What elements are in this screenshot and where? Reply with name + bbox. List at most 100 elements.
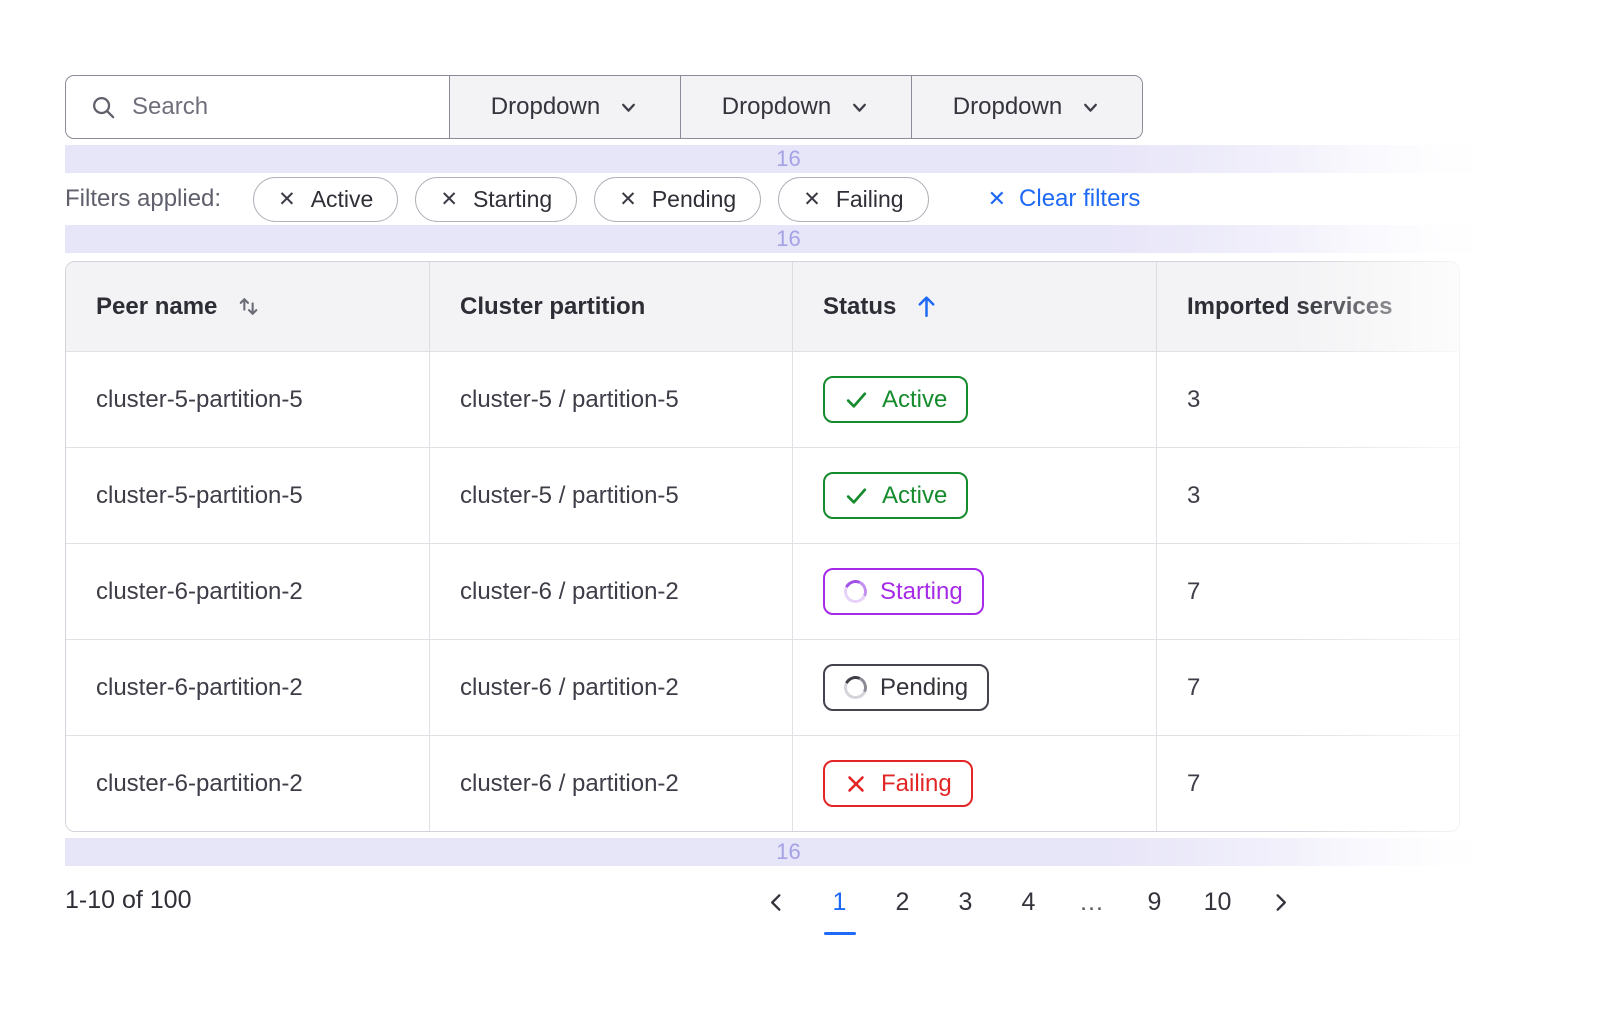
chevron-right-icon xyxy=(1269,891,1292,914)
status-badge-starting: Starting xyxy=(823,568,984,615)
column-header-peer-name[interactable]: Peer name xyxy=(66,262,430,351)
column-header-status[interactable]: Status xyxy=(793,262,1157,351)
status-badge-label: Pending xyxy=(880,674,968,702)
dropdown-button-1[interactable]: Dropdown xyxy=(450,76,680,138)
page-button-10[interactable]: 10 xyxy=(1186,876,1249,928)
peer-name-cell: cluster-5-partition-5 xyxy=(66,352,430,447)
clear-filters-button[interactable]: ✕ Clear filters xyxy=(988,185,1141,213)
remove-filter-icon: ✕ xyxy=(803,187,821,212)
chevron-left-icon xyxy=(765,891,788,914)
filter-chip-label: Starting xyxy=(473,186,552,213)
filter-chip-pending[interactable]: ✕ Pending xyxy=(594,177,761,222)
page-button-9[interactable]: 9 xyxy=(1123,876,1186,928)
dropdown-label: Dropdown xyxy=(491,93,600,121)
table-row[interactable]: cluster-6-partition-2 cluster-6 / partit… xyxy=(66,639,1459,735)
table-header-row: Peer name Cluster partition Status Impor… xyxy=(66,262,1459,351)
status-badge-failing: Failing xyxy=(823,760,973,807)
imported-services-cell: 7 xyxy=(1157,544,1459,639)
peers-table: Peer name Cluster partition Status Impor… xyxy=(65,261,1460,832)
previous-page-button[interactable] xyxy=(745,876,808,928)
column-header-label: Imported services xyxy=(1187,293,1392,321)
spacing-marker-label: 16 xyxy=(776,146,800,172)
spacing-marker-16: 16 xyxy=(65,838,1512,866)
sort-both-icon[interactable] xyxy=(235,293,262,320)
status-badge-label: Active xyxy=(882,482,947,510)
chevron-down-icon xyxy=(618,97,639,118)
imported-services-cell: 7 xyxy=(1157,640,1459,735)
table-row[interactable]: cluster-6-partition-2 cluster-6 / partit… xyxy=(66,735,1459,831)
remove-filter-icon: ✕ xyxy=(440,187,458,212)
check-icon xyxy=(844,483,869,508)
clear-filters-icon: ✕ xyxy=(988,186,1006,212)
column-header-label: Peer name xyxy=(96,293,217,321)
chevron-down-icon xyxy=(1080,97,1101,118)
remove-filter-icon: ✕ xyxy=(619,187,637,212)
dropdown-label: Dropdown xyxy=(953,93,1062,121)
spinner-icon xyxy=(841,673,870,702)
imported-services-cell: 3 xyxy=(1157,352,1459,447)
table-row[interactable]: cluster-5-partition-5 cluster-5 / partit… xyxy=(66,447,1459,543)
dropdown-button-2[interactable]: Dropdown xyxy=(680,76,911,138)
remove-filter-icon: ✕ xyxy=(278,187,296,212)
clear-filters-label: Clear filters xyxy=(1019,185,1140,213)
filter-chip-starting[interactable]: ✕ Starting xyxy=(415,177,577,222)
spinner-icon xyxy=(841,577,870,606)
status-cell: Active xyxy=(793,352,1157,447)
page-button-3[interactable]: 3 xyxy=(934,876,997,928)
spacing-marker-label: 16 xyxy=(776,226,800,252)
dropdown-label: Dropdown xyxy=(722,93,831,121)
status-cell: Failing xyxy=(793,736,1157,831)
page-button-2[interactable]: 2 xyxy=(871,876,934,928)
filter-chip-label: Pending xyxy=(652,186,736,213)
column-header-label: Status xyxy=(823,293,896,321)
search-box[interactable] xyxy=(66,76,450,138)
filter-chip-label: Failing xyxy=(836,186,904,213)
pagination-summary: 1-10 of 100 xyxy=(65,886,192,915)
cluster-partition-cell: cluster-5 / partition-5 xyxy=(430,448,793,543)
page-button-4[interactable]: 4 xyxy=(997,876,1060,928)
table-row[interactable]: cluster-5-partition-5 cluster-5 / partit… xyxy=(66,351,1459,447)
search-input[interactable] xyxy=(132,93,432,121)
chevron-down-icon xyxy=(849,97,870,118)
column-header-imported-services[interactable]: Imported services xyxy=(1157,262,1459,351)
peer-name-cell: cluster-6-partition-2 xyxy=(66,736,430,831)
status-badge-label: Starting xyxy=(880,578,963,606)
peer-name-cell: cluster-5-partition-5 xyxy=(66,448,430,543)
search-icon xyxy=(90,94,117,121)
toolbar: Dropdown Dropdown Dropdown xyxy=(65,75,1143,139)
column-header-cluster-partition[interactable]: Cluster partition xyxy=(430,262,793,351)
imported-services-cell: 3 xyxy=(1157,448,1459,543)
peer-name-cell: cluster-6-partition-2 xyxy=(66,544,430,639)
status-badge-label: Failing xyxy=(881,770,952,798)
filters-bar: Filters applied: ✕ Active ✕ Starting ✕ P… xyxy=(65,176,1140,222)
table-row[interactable]: cluster-6-partition-2 cluster-6 / partit… xyxy=(66,543,1459,639)
cluster-partition-cell: cluster-6 / partition-2 xyxy=(430,640,793,735)
column-header-label: Cluster partition xyxy=(460,293,645,321)
status-badge-label: Active xyxy=(882,386,947,414)
page-button-1[interactable]: 1 xyxy=(808,876,871,928)
spacing-marker-16: 16 xyxy=(65,145,1512,173)
filters-applied-label: Filters applied: xyxy=(65,185,221,213)
cluster-partition-cell: cluster-6 / partition-2 xyxy=(430,736,793,831)
cluster-partition-cell: cluster-5 / partition-5 xyxy=(430,352,793,447)
filter-chip-failing[interactable]: ✕ Failing xyxy=(778,177,928,222)
spacing-marker-label: 16 xyxy=(776,839,800,865)
status-badge-pending: Pending xyxy=(823,664,989,711)
peer-name-cell: cluster-6-partition-2 xyxy=(66,640,430,735)
status-cell: Active xyxy=(793,448,1157,543)
spacing-marker-16: 16 xyxy=(65,225,1512,253)
status-cell: Pending xyxy=(793,640,1157,735)
status-badge-active: Active xyxy=(823,472,968,519)
filter-chip-active[interactable]: ✕ Active xyxy=(253,177,398,222)
dropdown-button-3[interactable]: Dropdown xyxy=(911,76,1142,138)
page-ellipsis: … xyxy=(1060,876,1123,928)
x-icon xyxy=(844,772,868,796)
check-icon xyxy=(844,387,869,412)
pagination: 1 2 3 4 … 9 10 xyxy=(745,876,1312,928)
imported-services-cell: 7 xyxy=(1157,736,1459,831)
cluster-partition-cell: cluster-6 / partition-2 xyxy=(430,544,793,639)
next-page-button[interactable] xyxy=(1249,876,1312,928)
sort-ascending-icon[interactable] xyxy=(914,293,939,320)
filter-chip-label: Active xyxy=(311,186,374,213)
status-badge-active: Active xyxy=(823,376,968,423)
